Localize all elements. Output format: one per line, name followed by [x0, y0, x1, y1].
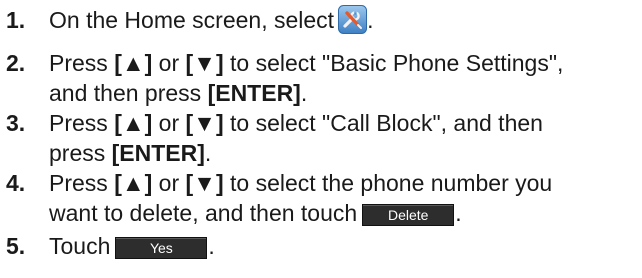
step-text-end: .: [455, 200, 462, 226]
delete-button[interactable]: Delete: [362, 204, 455, 226]
step-text: Press: [49, 170, 108, 196]
step-number: 2.: [6, 50, 26, 76]
step-text: to select "Call Block", and then: [230, 110, 543, 136]
step-line: Press [▲] or [▼] to select "Basic Phone …: [49, 48, 563, 78]
step-line: Press [▲] or [▼] to select the phone num…: [49, 168, 552, 198]
step-text: to select the phone number you: [230, 170, 553, 196]
step-line: On the Home screen, select .: [49, 5, 373, 35]
yes-button[interactable]: Yes: [115, 237, 208, 259]
step-line: Touch Yes.: [49, 231, 215, 261]
step-text: press: [49, 140, 106, 166]
step-text-end: .: [367, 7, 374, 33]
up-key-label: [▲]: [114, 170, 153, 196]
enter-key-label: [ENTER]: [111, 140, 205, 166]
step-number: 4.: [6, 170, 26, 196]
step-text-end: .: [208, 233, 215, 259]
down-key-label: [▼]: [185, 110, 224, 136]
step-text: want to delete, and then touch: [49, 200, 358, 226]
down-key-label: [▼]: [185, 50, 224, 76]
step-line: Press [▲] or [▼] to select "Call Block",…: [49, 108, 543, 138]
step-text: or: [158, 50, 180, 76]
instruction-steps: 1. On the Home screen, select . 2. Press…: [0, 0, 642, 278]
step-line: and then press [ENTER].: [49, 78, 307, 108]
up-key-label: [▲]: [114, 50, 153, 76]
step-text: Touch: [49, 233, 111, 259]
step-line: press [ENTER].: [49, 138, 211, 168]
step-text: On the Home screen, select: [49, 7, 335, 33]
step-text-end: .: [204, 140, 212, 166]
step-number: 5.: [6, 233, 26, 259]
step-number: 1.: [6, 7, 26, 33]
step-number: 3.: [6, 110, 26, 136]
down-key-label: [▼]: [185, 170, 224, 196]
step-line: want to delete, and then touch Delete.: [49, 198, 462, 228]
tools-app-icon: [338, 5, 368, 34]
step-text: to select "Basic Phone Settings",: [230, 50, 564, 76]
step-text: Press: [49, 110, 108, 136]
step-text: and then press: [49, 80, 202, 106]
step-text: or: [158, 170, 180, 196]
step-text-end: .: [300, 80, 308, 106]
enter-key-label: [ENTER]: [207, 80, 301, 106]
step-text: Press: [49, 50, 108, 76]
up-key-label: [▲]: [114, 110, 153, 136]
step-text: or: [158, 110, 180, 136]
